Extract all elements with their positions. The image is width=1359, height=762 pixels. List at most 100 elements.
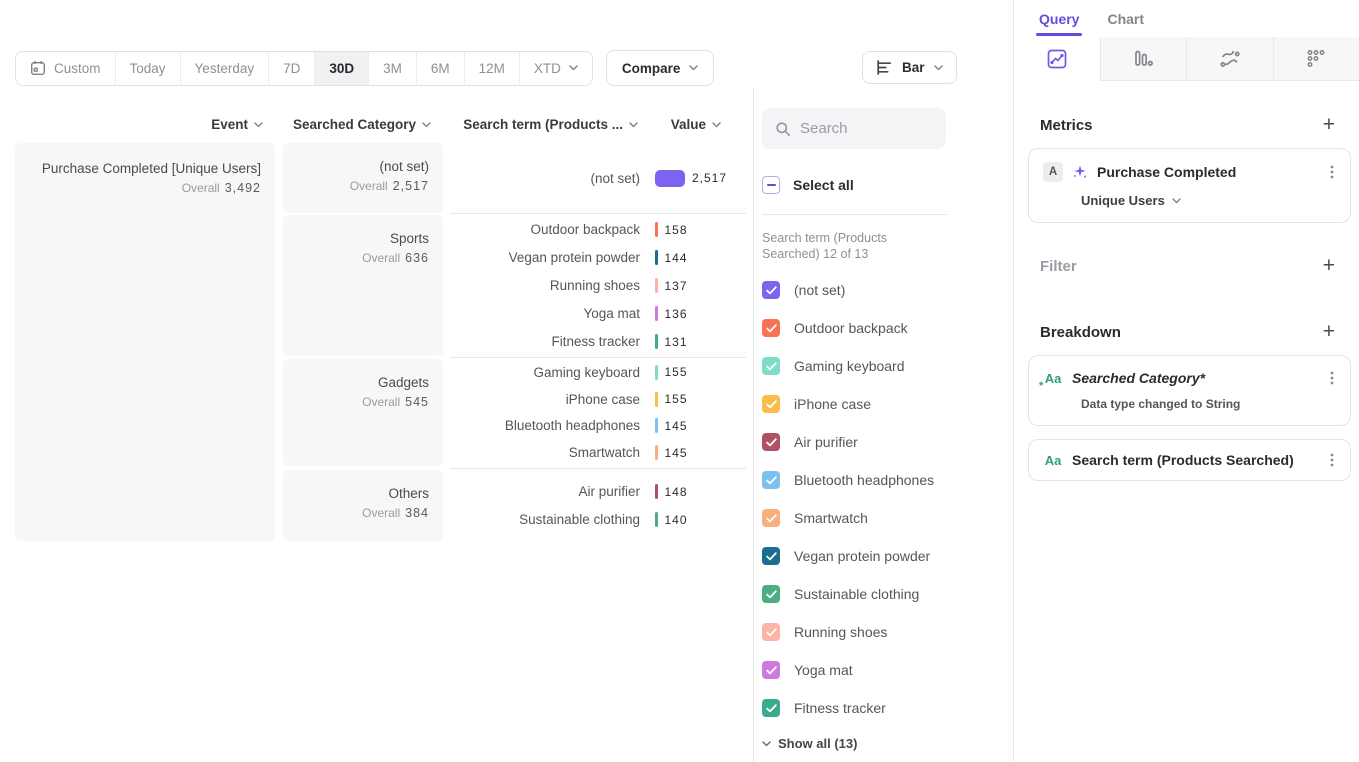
breakdown-card[interactable]: Aa*Searched Category*Data type changed t… — [1028, 355, 1351, 426]
series-checkbox[interactable] — [762, 623, 780, 641]
series-checkbox[interactable] — [762, 357, 780, 375]
kebab-menu-icon[interactable] — [1328, 451, 1336, 469]
retention-icon — [1304, 47, 1328, 71]
checkmark-icon — [766, 704, 777, 713]
date-range-yesterday[interactable]: Yesterday — [180, 52, 269, 85]
chevron-down-icon — [1172, 198, 1181, 204]
flows-icon — [1218, 47, 1242, 71]
select-all-checkbox[interactable] — [762, 176, 780, 194]
insights-icon — [1045, 47, 1069, 71]
search-input[interactable] — [800, 120, 930, 137]
group-separator — [450, 468, 746, 469]
series-checkbox[interactable] — [762, 661, 780, 679]
kebab-menu-icon[interactable] — [1328, 163, 1336, 181]
date-range-12m[interactable]: 12M — [464, 52, 519, 85]
series-checkbox-item[interactable]: Bluetooth headphones — [762, 461, 1013, 499]
series-checkbox-item[interactable]: iPhone case — [762, 385, 1013, 423]
checkmark-icon — [766, 286, 777, 295]
series-checkbox-item[interactable]: Vegan protein powder — [762, 537, 1013, 575]
report-tab-flows[interactable] — [1186, 37, 1273, 81]
report-tab-funnels[interactable] — [1100, 37, 1187, 81]
add-metric-button[interactable]: + — [1323, 115, 1335, 135]
show-all-button[interactable]: Show all (13) — [762, 736, 1013, 751]
search-icon — [775, 121, 791, 137]
series-checkbox[interactable] — [762, 509, 780, 527]
custom-event-sparkle-icon — [1072, 164, 1088, 180]
date-range-7d[interactable]: 7D — [268, 52, 314, 85]
metric-card[interactable]: A Purchase Completed Unique Users — [1028, 148, 1351, 223]
table-row: Running shoes137 — [450, 272, 746, 300]
select-all-row[interactable]: Select all — [762, 172, 1013, 198]
category-cell: (not set)Overall2,517 — [283, 143, 443, 213]
date-range-today[interactable]: Today — [115, 52, 180, 85]
column-header-search-term[interactable]: Search term (Products ... — [450, 117, 638, 132]
chart-type-dropdown[interactable]: Bar — [862, 51, 957, 84]
series-checkbox[interactable] — [762, 319, 780, 337]
series-label: Yoga mat — [794, 662, 853, 678]
series-checkbox[interactable] — [762, 585, 780, 603]
chevron-down-icon — [689, 65, 698, 71]
value-label: 148 — [665, 485, 688, 499]
date-range-30d[interactable]: 30D — [314, 52, 368, 85]
series-label: Fitness tracker — [794, 700, 886, 716]
series-checkbox[interactable] — [762, 547, 780, 565]
date-range-6m[interactable]: 6M — [416, 52, 464, 85]
series-checkbox-item[interactable]: Outdoor backpack — [762, 309, 1013, 347]
series-checkbox-item[interactable]: Running shoes — [762, 613, 1013, 651]
search-term-label: Fitness tracker — [450, 334, 640, 349]
series-checkbox-item[interactable]: Sustainable clothing — [762, 575, 1013, 613]
checkmark-icon — [766, 590, 777, 599]
table-row: Outdoor backpack158 — [450, 216, 746, 244]
series-checkbox-item[interactable]: Gaming keyboard — [762, 347, 1013, 385]
chevron-down-icon — [569, 65, 578, 71]
breakdown-cards: Aa*Searched Category*Data type changed t… — [1028, 355, 1351, 481]
table-row: Gaming keyboard155 — [450, 359, 746, 386]
series-checkbox-item[interactable]: Smartwatch — [762, 499, 1013, 537]
table-row: Sustainable clothing140 — [450, 506, 746, 534]
date-range-label: Today — [130, 61, 166, 76]
search-term-label: Vegan protein powder — [450, 250, 640, 265]
column-header-searched-category[interactable]: Searched Category — [283, 117, 431, 132]
series-checkbox[interactable] — [762, 281, 780, 299]
metric-event-name[interactable]: Purchase Completed — [1097, 164, 1319, 180]
add-filter-button[interactable]: + — [1323, 256, 1335, 276]
date-range-xtd[interactable]: XTD — [519, 52, 592, 85]
search-term-label: Smartwatch — [450, 445, 640, 460]
funnels-icon — [1131, 47, 1155, 71]
column-header-event[interactable]: Event — [15, 117, 263, 132]
value-label: 136 — [665, 307, 688, 321]
series-checkbox-item[interactable]: Yoga mat — [762, 651, 1013, 689]
group-separator — [450, 213, 746, 214]
kebab-menu-icon[interactable] — [1328, 369, 1336, 387]
tab-query[interactable]: Query — [1039, 11, 1079, 36]
series-checkbox[interactable] — [762, 699, 780, 717]
search-term-label: Gaming keyboard — [450, 365, 640, 380]
table-row: (not set)2,517 — [450, 164, 746, 192]
category-overall: Overall384 — [291, 506, 429, 520]
string-property-icon: Aa* — [1043, 371, 1063, 386]
series-checkbox[interactable] — [762, 471, 780, 489]
series-checkbox-item[interactable]: Fitness tracker — [762, 689, 1013, 727]
date-range-custom[interactable]: Custom — [16, 52, 115, 85]
date-range-3m[interactable]: 3M — [368, 52, 416, 85]
tab-chart[interactable]: Chart — [1107, 11, 1144, 36]
add-breakdown-button[interactable]: + — [1323, 322, 1335, 342]
value-label: 131 — [665, 335, 688, 349]
column-header-value[interactable]: Value — [663, 117, 721, 132]
value-label: 158 — [665, 223, 688, 237]
report-tab-insights[interactable] — [1014, 37, 1100, 81]
date-range-label: 6M — [431, 61, 450, 76]
date-range-label: Yesterday — [195, 61, 255, 76]
breakdown-card[interactable]: AaSearch term (Products Searched) — [1028, 439, 1351, 481]
series-checkbox-item[interactable]: (not set) — [762, 271, 1013, 309]
report-tab-retention[interactable] — [1273, 37, 1359, 81]
value-label: 140 — [665, 513, 688, 527]
series-search[interactable] — [762, 108, 946, 149]
aggregation-dropdown[interactable]: Unique Users — [1029, 182, 1350, 222]
series-checkbox[interactable] — [762, 395, 780, 413]
compare-button[interactable]: Compare — [606, 50, 715, 86]
checkmark-icon — [766, 476, 777, 485]
value-bar — [655, 170, 685, 187]
series-checkbox-item[interactable]: Air purifier — [762, 423, 1013, 461]
series-checkbox[interactable] — [762, 433, 780, 451]
